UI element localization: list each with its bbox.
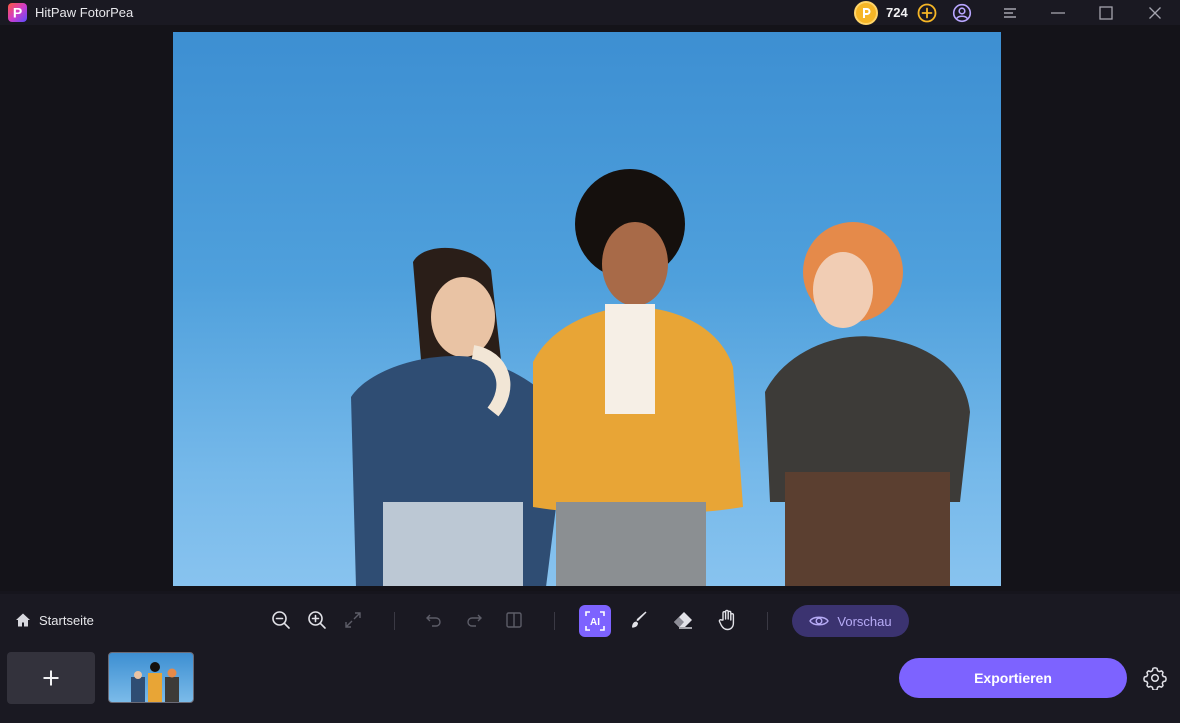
photo-preview[interactable]: [173, 32, 1001, 586]
ai-select-icon: AI: [585, 611, 605, 631]
preview-button[interactable]: Vorschau: [792, 605, 909, 637]
zoom-in-icon[interactable]: [304, 607, 330, 633]
coin-count: 724: [886, 5, 908, 20]
menu-icon[interactable]: [999, 2, 1021, 24]
zoom-out-icon[interactable]: [268, 607, 294, 633]
eye-icon: [809, 616, 830, 626]
add-image-button[interactable]: [7, 652, 95, 704]
image-thumbnail[interactable]: [108, 652, 194, 703]
add-coins-icon[interactable]: [916, 2, 938, 24]
toolbar-divider: [394, 612, 395, 630]
app-logo: P: [8, 3, 27, 22]
eraser-icon[interactable]: [670, 607, 696, 633]
home-icon: [16, 613, 30, 627]
toolbar-divider: [554, 612, 555, 630]
home-label: Startseite: [39, 612, 94, 628]
app-title: HitPaw FotorPea: [35, 5, 134, 20]
compare-icon[interactable]: [501, 607, 527, 633]
preview-label: Vorschau: [837, 613, 892, 629]
fit-screen-icon[interactable]: [340, 607, 366, 633]
redo-icon[interactable]: [461, 607, 487, 633]
svg-text:AI: AI: [590, 617, 600, 628]
toolbar-divider: [767, 612, 768, 630]
minimize-icon[interactable]: [1047, 2, 1069, 24]
export-button[interactable]: Exportieren: [899, 658, 1127, 698]
hand-icon[interactable]: [714, 607, 740, 633]
title-bar: P HitPaw FotorPea 724: [0, 0, 1180, 25]
account-icon[interactable]: [951, 2, 973, 24]
close-icon[interactable]: [1144, 2, 1166, 24]
home-button[interactable]: Startseite: [15, 612, 94, 628]
undo-icon[interactable]: [421, 607, 447, 633]
brush-icon[interactable]: [626, 607, 652, 633]
svg-text:P: P: [13, 5, 22, 21]
settings-gear-icon[interactable]: [1142, 665, 1168, 691]
plus-icon: [43, 670, 59, 686]
editor-toolbar: Startseite AI Vorschau: [0, 594, 1180, 646]
coin-icon[interactable]: [854, 1, 878, 25]
bottom-bar: Exportieren: [0, 646, 1180, 723]
ai-select-button[interactable]: AI: [579, 605, 611, 637]
maximize-icon[interactable]: [1095, 2, 1117, 24]
person-right: [765, 222, 970, 586]
person-middle: [533, 169, 743, 586]
